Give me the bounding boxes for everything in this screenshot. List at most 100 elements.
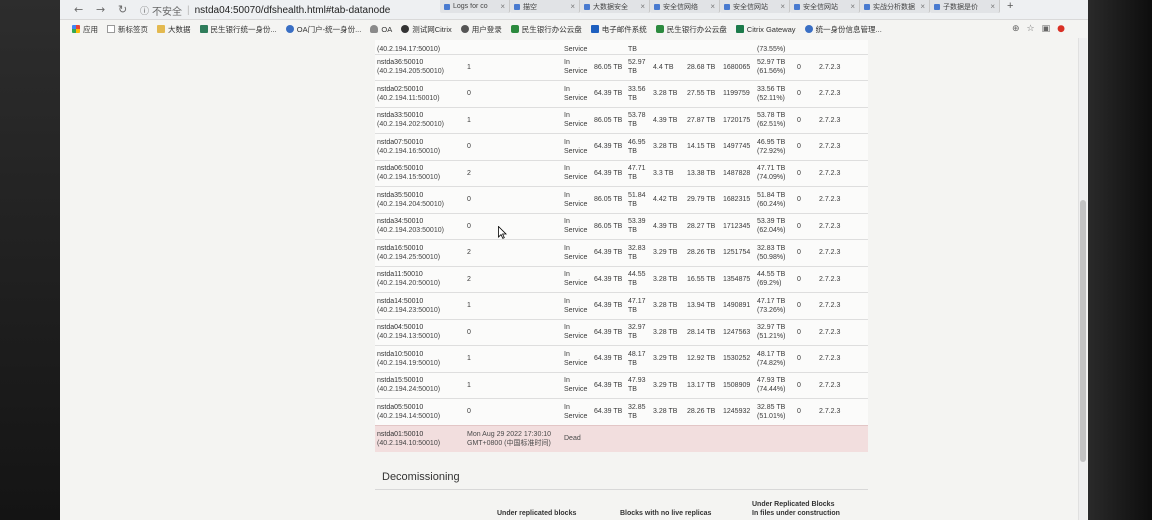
scrollbar-thumb[interactable] [1080,200,1086,462]
browser-tab[interactable]: Logs for co × [440,0,510,13]
tab-favicon-icon [514,3,520,10]
block-pool-used: 47.17 TB [757,297,786,305]
bookmark-item[interactable]: Citrix Gateway [735,25,796,34]
blocks-cell: 1720175 [721,106,755,134]
mouse-cursor-icon [498,226,507,239]
datanode-row-partial: (40.2.194.17:50010) Service TB (73.55%) [375,40,868,54]
profile-icon[interactable]: ● [1057,24,1065,34]
bookmark-item[interactable]: 新标签页 [107,24,148,35]
extension-icon[interactable]: ▣ [1042,24,1051,34]
version-cell: 2.7.2.3 [817,371,868,399]
failed-volumes-cell: 0 [795,345,817,372]
decommissioning-table-header: Under replicated blocks Blocks with no l… [375,492,868,518]
empty-cell [592,424,868,452]
bookmark-item[interactable]: OA [370,25,392,34]
failed-volumes-cell: 0 [795,186,817,213]
browser-tab[interactable]: 安全信网络 × [650,0,720,13]
browser-tab[interactable]: 子数据是价 × [930,0,1000,13]
close-icon[interactable]: × [640,2,645,11]
address-bar[interactable]: ⓘ 不安全 | nstda04:50070/dfshealth.html#tab… [140,2,432,18]
block-pool-used: 32.97 TB [757,324,786,332]
close-icon[interactable]: × [710,2,715,11]
close-icon[interactable]: × [990,2,995,11]
block-pool-used-cell: 32.83 TB (50.98%) [755,239,795,266]
node-cell: nstda06:50010 (40.2.194.15:50010) [375,159,465,187]
used-cell: 47.17 TB [626,292,651,319]
close-icon[interactable]: × [920,2,925,11]
node-cell: nstda02:50010 (40.2.194.11:50010) [375,80,465,107]
close-icon[interactable]: × [780,2,785,11]
datanode-row: nstda07:50010 (40.2.194.16:50010) 0 In Serv… [375,133,868,160]
bookmark-item[interactable]: 用户登录 [460,24,502,35]
bookmark-item[interactable]: 电子邮件系统 [590,24,647,35]
capacity-cell: 64.39 TB [592,292,626,319]
bookmark-item[interactable]: 民生银行统一身份... [199,24,277,35]
used-cell: 46.95 TB [626,133,651,160]
mail-icon [590,25,599,33]
close-icon[interactable]: × [570,2,575,11]
browser-tab[interactable]: 安全信网站 × [790,0,860,13]
bookmarks-bar: 应用 新标签页 大数据 民生银行统一身份... OA门户-统一身份... OA 测试网Cit… [72,20,997,38]
bookmark-item[interactable]: 民生银行办公云盘 [510,24,582,35]
admin-state-cell: In Service [562,133,592,160]
block-pool-used: 53.78 TB [757,112,786,120]
version-cell: 2.7.2.3 [817,106,868,134]
tab-favicon-icon [934,3,940,10]
node-cell: nstda35:50010 (40.2.194.204:50010) [375,186,465,213]
last-contact-cell: 0 [465,212,562,240]
browser-tab[interactable]: 大数据安全 × [580,0,650,13]
datanode-row: nstda05:50010 (40.2.194.14:50010) 0 In Serv… [375,398,868,425]
forward-icon[interactable]: → [96,2,105,17]
bookmark-item[interactable]: 民生银行办公云盘 [655,24,727,35]
node-cell: nstda11:50010 (40.2.194.20:50010) [375,265,465,293]
bookmark-item[interactable]: 大数据 [157,24,191,35]
block-pool-percent: (74.44%) [757,386,786,394]
block-pool-percent: (74.09%) [757,174,786,182]
datanode-rows: nstda36:50010 (40.2.194.205:50010) 1 In Ser… [375,53,868,425]
node-name: nstda33:50010 [377,112,424,120]
remaining-cell: 12.92 TB [685,345,721,372]
close-icon[interactable]: × [850,2,855,11]
used-cell: 33.56 TB [626,80,651,107]
back-icon[interactable]: ← [74,2,83,17]
browser-tab[interactable]: 实战分析数据 × [860,0,930,13]
node-address: (40.2.194.202:50010) [377,121,444,129]
toolbar-icons: ⊕ ☆ ▣ ● [1012,22,1065,36]
used-cell: 48.17 TB [626,345,651,372]
block-pool-percent: (60.24%) [757,200,786,208]
bookmark-item[interactable]: 应用 [72,24,98,35]
non-dfs-used-cell: 3.29 TB [651,239,685,266]
node-cell: nstda14:50010 (40.2.194.23:50010) [375,292,465,319]
version-cell: 2.7.2.3 [817,80,868,107]
version-cell: 2.7.2.3 [817,398,868,425]
node-cell: nstda07:50010 (40.2.194.16:50010) [375,133,465,160]
url-text[interactable]: nstda04:50070/dfshealth.html#tab-datanod… [195,5,391,16]
new-tab-button[interactable]: + [1000,0,1020,13]
version-cell: 2.7.2.3 [817,292,868,319]
blocks-cell: 1680065 [721,53,755,81]
bookmark-item[interactable]: 统一身份信息管理... [804,24,882,35]
zoom-icon[interactable]: ⊕ [1012,24,1020,34]
browser-tab[interactable]: 安全信网站 × [720,0,790,13]
failed-volumes-cell: 0 [795,53,817,81]
bookmark-star-icon[interactable]: ☆ [1027,24,1035,34]
info-icon[interactable]: ⓘ [140,4,149,17]
close-icon[interactable]: × [500,2,505,11]
remaining-cell: 28.68 TB [685,53,721,81]
tab-favicon-icon [724,3,730,10]
bookmark-item[interactable]: OA门户-统一身份... [285,24,361,35]
block-pool-used-cell: 32.85 TB (51.01%) [755,398,795,425]
capacity-cell: 86.05 TB [592,53,626,81]
non-dfs-used-cell: 4.39 TB [651,106,685,134]
version-cell: 2.7.2.3 [817,239,868,266]
bookmark-label: 民生银行办公云盘 [666,24,727,34]
header-line: In files under construction [752,510,840,517]
bookmark-label: 应用 [83,24,98,34]
node-address: (40.2.194.205:50010) [377,68,444,76]
partial-row-group: (40.2.194.17:50010) Service TB (73.55%) [375,40,868,54]
bookmark-item[interactable]: 测试网Citrix [401,24,452,35]
used-cell: 32.83 TB [626,239,651,266]
cloud-icon [370,25,379,33]
browser-tab[interactable]: 描空 × [510,0,580,13]
reload-icon[interactable]: ↻ [118,2,127,17]
